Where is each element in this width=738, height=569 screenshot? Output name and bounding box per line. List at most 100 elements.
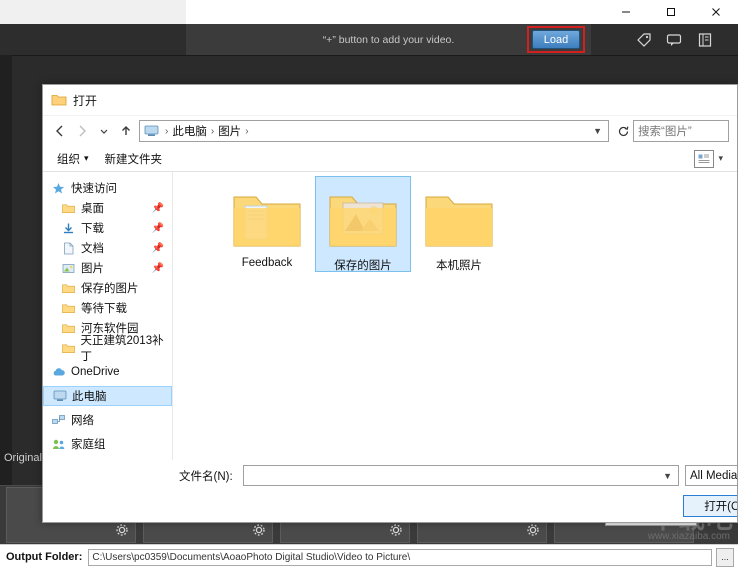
- dialog-nav-bar: › 此电脑 › 图片 › ▼ 搜索“图片”: [43, 116, 737, 146]
- breadcrumb-item-pictures[interactable]: 图片: [216, 123, 243, 139]
- app-title-bar: [186, 0, 738, 24]
- folder-icon: [51, 92, 67, 108]
- nav-item-label: OneDrive: [71, 366, 120, 378]
- forward-arrow-icon[interactable]: [71, 120, 93, 142]
- pin-icon[interactable]: 📌: [152, 263, 164, 274]
- file-item-label: 本机照片: [436, 260, 482, 272]
- gear-icon[interactable]: [389, 523, 403, 537]
- address-chevron-down-icon[interactable]: ▼: [587, 126, 608, 136]
- dialog-title: 打开: [73, 93, 98, 108]
- chat-icon[interactable]: [664, 30, 684, 50]
- nav-item-pending-downloads[interactable]: 等待下载: [43, 298, 172, 318]
- organize-menu[interactable]: 组织 ▾: [49, 148, 97, 170]
- breadcrumb-separator-3: ›: [245, 125, 249, 137]
- folder-icon: [416, 181, 502, 253]
- load-button[interactable]: Load: [532, 30, 580, 49]
- nav-item-saved-pictures[interactable]: 保存的图片: [43, 278, 172, 298]
- file-item-label: 保存的图片: [334, 260, 392, 272]
- nav-item-label: 快速访问: [71, 183, 117, 195]
- address-bar[interactable]: › 此电脑 › 图片 › ▼: [139, 120, 609, 142]
- nav-item-tangent-2013-patch[interactable]: 天正建筑2013补丁: [43, 335, 172, 363]
- file-item-saved-pictures[interactable]: 保存的图片: [320, 181, 406, 273]
- download-icon: [61, 221, 76, 236]
- folder-pictures-icon: [320, 181, 406, 253]
- file-item-feedback[interactable]: Feedback: [224, 181, 310, 269]
- nav-item-label: 等待下载: [81, 303, 127, 315]
- picture-icon: [61, 261, 76, 276]
- recent-locations-chevron-down-icon[interactable]: [93, 120, 115, 142]
- nav-item-label: 天正建筑2013补丁: [80, 335, 164, 363]
- computer-icon: [52, 389, 67, 404]
- minimize-button[interactable]: [603, 0, 648, 24]
- filetype-combo[interactable]: All Media (*.avi;*.m: [685, 465, 737, 486]
- navigation-pane: 快速访问 桌面 📌 下载 📌 文档 📌 图片 📌 保存的图片 等待下载 河东软件…: [43, 172, 173, 460]
- nav-item-pictures[interactable]: 图片 📌: [43, 258, 172, 278]
- gear-icon[interactable]: [252, 523, 266, 537]
- nav-item-onedrive[interactable]: OneDrive: [43, 362, 172, 382]
- filename-label: 文件名(N):: [179, 471, 233, 483]
- filename-input[interactable]: ▼: [243, 465, 679, 486]
- star-icon: [51, 181, 66, 196]
- nav-item-this-pc[interactable]: 此电脑: [43, 386, 172, 406]
- dialog-footer: 文件名(N): ▼ All Media (*.avi;*.m 打开(O) 取消: [43, 460, 737, 522]
- pin-icon[interactable]: 📌: [152, 243, 164, 254]
- nav-item-label: 桌面: [81, 203, 104, 215]
- view-layout-icon[interactable]: [694, 149, 715, 168]
- gear-icon[interactable]: [526, 523, 540, 537]
- dialog-command-bar: 组织 ▾ 新建文件夹 ▾: [43, 146, 737, 172]
- cloud-icon: [51, 365, 66, 380]
- nav-item-label: 图片: [81, 263, 104, 275]
- folder-icon: [224, 181, 310, 253]
- nav-item-documents[interactable]: 文档 📌: [43, 238, 172, 258]
- nav-item-quick-access[interactable]: 快速访问: [43, 178, 172, 198]
- maximize-button[interactable]: [648, 0, 693, 24]
- new-folder-button[interactable]: 新建文件夹: [97, 148, 171, 170]
- book-icon[interactable]: [695, 30, 715, 50]
- nav-item-desktop[interactable]: 桌面 📌: [43, 198, 172, 218]
- output-folder-path[interactable]: C:\Users\pc0359\Documents\AoaoPhoto Digi…: [88, 548, 712, 566]
- pin-icon[interactable]: 📌: [152, 223, 164, 234]
- chevron-down-icon: ▾: [84, 153, 89, 163]
- file-item-local-photos[interactable]: 本机照片: [416, 181, 502, 273]
- back-arrow-icon[interactable]: [49, 120, 71, 142]
- folder-icon: [61, 301, 76, 316]
- view-chevron-down-icon[interactable]: ▾: [718, 153, 723, 164]
- open-button[interactable]: 打开(O): [683, 495, 737, 517]
- search-input[interactable]: 搜索“图片”: [633, 120, 729, 142]
- network-icon: [51, 413, 66, 428]
- output-folder-browse-button[interactable]: ...: [716, 547, 734, 567]
- tag-icon[interactable]: [634, 30, 654, 50]
- app-left-top-filler: [0, 0, 186, 24]
- nav-item-label: 此电脑: [72, 391, 107, 403]
- command-bar-right: ▾: [694, 149, 731, 168]
- gear-icon[interactable]: [115, 523, 129, 537]
- pin-icon[interactable]: 📌: [152, 203, 164, 214]
- nav-item-downloads[interactable]: 下载 📌: [43, 218, 172, 238]
- nav-item-network[interactable]: 网络: [43, 410, 172, 430]
- dialog-body: 快速访问 桌面 📌 下载 📌 文档 📌 图片 📌 保存的图片 等待下载 河东软件…: [43, 172, 737, 460]
- breadcrumb-separator: ›: [165, 125, 169, 137]
- breadcrumb-item-computer[interactable]: 此电脑: [170, 123, 209, 139]
- homegroup-icon: [51, 437, 66, 452]
- close-button[interactable]: [693, 0, 738, 24]
- left-strip: [0, 55, 12, 485]
- file-list-pane[interactable]: Feedback 保存的图片 本机照片: [173, 172, 737, 460]
- breadcrumb-separator-2: ›: [210, 125, 215, 137]
- filename-chevron-down-icon[interactable]: ▼: [663, 471, 678, 481]
- refresh-icon[interactable]: [613, 120, 633, 142]
- output-folder-bar: Output Folder: C:\Users\pc0359\Documents…: [0, 544, 738, 569]
- nav-item-homegroup[interactable]: 家庭组: [43, 434, 172, 454]
- folder-icon: [61, 341, 76, 356]
- up-arrow-icon[interactable]: [115, 120, 137, 142]
- nav-item-label: 文档: [81, 243, 104, 255]
- folder-icon: [61, 321, 76, 336]
- nav-item-label: 家庭组: [71, 439, 106, 451]
- computer-icon: [144, 124, 160, 138]
- document-icon: [61, 241, 76, 256]
- nav-item-label: 下载: [81, 223, 104, 235]
- nav-item-label: 保存的图片: [81, 283, 139, 295]
- output-folder-label: Output Folder:: [6, 551, 83, 563]
- watermark-subtext: www.xiazaiba.com: [647, 531, 730, 542]
- file-item-label: Feedback: [241, 257, 293, 269]
- dialog-title-bar: 打开: [43, 85, 737, 116]
